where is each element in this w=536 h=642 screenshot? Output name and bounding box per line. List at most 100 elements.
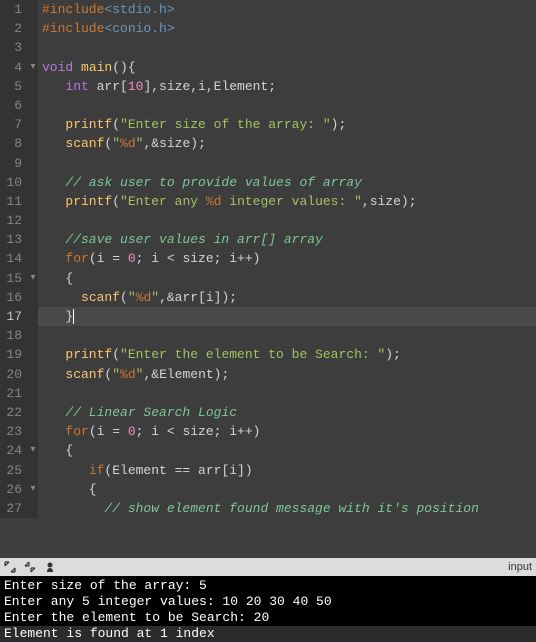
code-content[interactable]: #include<conio.h>: [38, 19, 536, 38]
code-content[interactable]: {: [38, 269, 536, 288]
code-content[interactable]: [38, 384, 536, 403]
fold-marker[interactable]: ▾: [28, 441, 38, 460]
code-line[interactable]: 9: [0, 154, 536, 173]
code-content[interactable]: // Linear Search Logic: [38, 403, 536, 422]
code-line[interactable]: 5 int arr[10],size,i,Element;: [0, 77, 536, 96]
code-line[interactable]: 23 for(i = 0; i < size; i++): [0, 422, 536, 441]
line-number: 19: [0, 345, 28, 364]
line-number: 13: [0, 230, 28, 249]
code-line[interactable]: 27 // show element found message with it…: [0, 499, 536, 518]
fold-marker: [28, 154, 38, 173]
line-number: 2: [0, 19, 28, 38]
code-line[interactable]: 11 printf("Enter any %d integer values: …: [0, 192, 536, 211]
fold-marker: [28, 288, 38, 307]
code-line[interactable]: 25 if(Element == arr[i]): [0, 461, 536, 480]
line-number: 16: [0, 288, 28, 307]
code-line[interactable]: 7 printf("Enter size of the array: ");: [0, 115, 536, 134]
code-content[interactable]: printf("Enter the element to be Search: …: [38, 345, 536, 364]
fold-marker: [28, 249, 38, 268]
code-line[interactable]: 8 scanf("%d",&size);: [0, 134, 536, 153]
toolbar: input: [0, 558, 536, 576]
code-content[interactable]: #include<stdio.h>: [38, 0, 536, 19]
code-line[interactable]: 19 printf("Enter the element to be Searc…: [0, 345, 536, 364]
code-content[interactable]: if(Element == arr[i]): [38, 461, 536, 480]
code-content[interactable]: for(i = 0; i < size; i++): [38, 249, 536, 268]
fold-marker: [28, 230, 38, 249]
code-line[interactable]: 14 for(i = 0; i < size; i++): [0, 249, 536, 268]
code-content[interactable]: {: [38, 480, 536, 499]
code-content[interactable]: void main(){: [38, 58, 536, 77]
fold-marker: [28, 19, 38, 38]
line-number: 9: [0, 154, 28, 173]
input-label: input: [508, 561, 532, 573]
code-content[interactable]: }: [38, 307, 536, 326]
fold-marker: [28, 96, 38, 115]
code-line[interactable]: 3: [0, 38, 536, 57]
fold-marker: [28, 77, 38, 96]
line-number: 5: [0, 77, 28, 96]
collapse-icon[interactable]: [24, 561, 36, 573]
code-line[interactable]: 12: [0, 211, 536, 230]
code-content[interactable]: [38, 38, 536, 57]
line-number: 6: [0, 96, 28, 115]
fold-marker: [28, 461, 38, 480]
code-content[interactable]: [38, 326, 536, 345]
fold-marker: [28, 192, 38, 211]
line-number: 10: [0, 173, 28, 192]
line-number: 25: [0, 461, 28, 480]
code-line[interactable]: 20 scanf("%d",&Element);: [0, 365, 536, 384]
code-content[interactable]: printf("Enter any %d integer values: ",s…: [38, 192, 536, 211]
code-line[interactable]: 15▾ {: [0, 269, 536, 288]
code-line[interactable]: 1 #include<stdio.h>: [0, 0, 536, 19]
fold-marker: [28, 134, 38, 153]
code-content[interactable]: scanf("%d",&size);: [38, 134, 536, 153]
code-editor[interactable]: 1 #include<stdio.h> 2 #include<conio.h> 34▾v…: [0, 0, 536, 558]
fold-marker[interactable]: ▾: [28, 269, 38, 288]
code-line[interactable]: 4▾void main(){: [0, 58, 536, 77]
code-line[interactable]: 22 // Linear Search Logic: [0, 403, 536, 422]
line-number: 12: [0, 211, 28, 230]
fold-marker[interactable]: ▾: [28, 58, 38, 77]
fold-marker: [28, 173, 38, 192]
code-content[interactable]: //save user values in arr[] array: [38, 230, 536, 249]
code-content[interactable]: printf("Enter size of the array: ");: [38, 115, 536, 134]
code-line[interactable]: 10 // ask user to provide values of arra…: [0, 173, 536, 192]
code-line[interactable]: 26▾ {: [0, 480, 536, 499]
code-line[interactable]: 18: [0, 326, 536, 345]
code-content[interactable]: // show element found message with it's …: [38, 499, 536, 518]
line-number: 17: [0, 307, 28, 326]
line-number: 1: [0, 0, 28, 19]
code-content[interactable]: [38, 96, 536, 115]
fold-marker: [28, 115, 38, 134]
code-line[interactable]: 24▾ {: [0, 441, 536, 460]
line-number: 8: [0, 134, 28, 153]
code-content[interactable]: [38, 154, 536, 173]
code-content[interactable]: int arr[10],size,i,Element;: [38, 77, 536, 96]
fold-marker: [28, 384, 38, 403]
line-number: 22: [0, 403, 28, 422]
line-number: 15: [0, 269, 28, 288]
fold-marker[interactable]: ▾: [28, 480, 38, 499]
code-content[interactable]: [38, 211, 536, 230]
line-number: 21: [0, 384, 28, 403]
run-icon[interactable]: [44, 561, 56, 573]
code-line[interactable]: 2 #include<conio.h>: [0, 19, 536, 38]
code-line[interactable]: 21: [0, 384, 536, 403]
code-content[interactable]: {: [38, 441, 536, 460]
code-line[interactable]: 16 scanf("%d",&arr[i]);: [0, 288, 536, 307]
code-content[interactable]: for(i = 0; i < size; i++): [38, 422, 536, 441]
code-content[interactable]: scanf("%d",&arr[i]);: [38, 288, 536, 307]
code-line[interactable]: 13 //save user values in arr[] array: [0, 230, 536, 249]
fold-marker: [28, 0, 38, 19]
fold-marker: [28, 499, 38, 518]
code-line[interactable]: 17 }: [0, 307, 536, 326]
code-content[interactable]: scanf("%d",&Element);: [38, 365, 536, 384]
line-number: 24: [0, 441, 28, 460]
expand-icon[interactable]: [4, 561, 16, 573]
fold-marker: [28, 365, 38, 384]
code-content[interactable]: // ask user to provide values of array: [38, 173, 536, 192]
code-line[interactable]: 6: [0, 96, 536, 115]
line-number: 26: [0, 480, 28, 499]
line-number: 3: [0, 38, 28, 57]
terminal-output[interactable]: Enter size of the array: 5 Enter any 5 i…: [0, 576, 536, 626]
